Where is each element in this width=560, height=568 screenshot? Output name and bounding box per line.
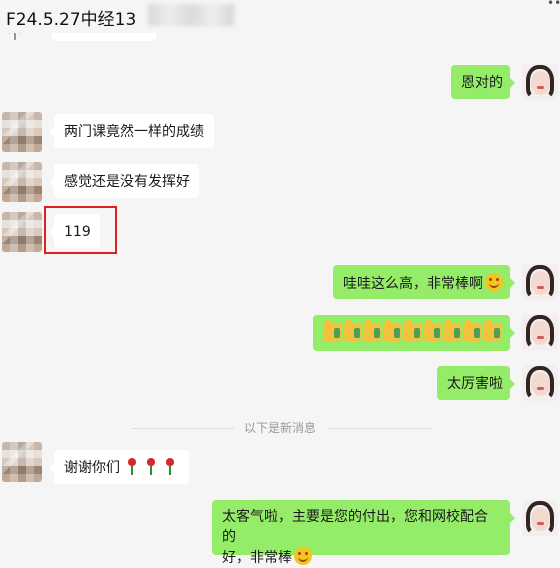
- clipped-glyph: 个: [8, 33, 22, 43]
- red-highlight-box: [44, 206, 117, 254]
- message-bubble[interactable]: 感觉还是没有发挥好: [49, 164, 199, 198]
- message-bubble[interactable]: 两门课竟然一样的成绩: [49, 114, 214, 148]
- message-bubble[interactable]: 太客气啦，主要是您的付出，您和网校配合的 好，非常棒: [212, 500, 515, 566]
- contact-avatar[interactable]: [2, 212, 42, 252]
- more-dots-icon[interactable]: •••: [547, 0, 560, 10]
- avatar-hair: [526, 501, 554, 535]
- my-avatar[interactable]: [522, 365, 558, 401]
- avatar-lip: [537, 336, 544, 339]
- rose-emoji-icon: [163, 458, 177, 476]
- avatar-hair: [526, 366, 554, 400]
- avatar-lip: [537, 286, 544, 289]
- redacted-title-part: [148, 4, 234, 26]
- message-text: 谢谢你们: [64, 460, 120, 476]
- avatar-hair: [526, 265, 554, 299]
- rose-emoji-icon: [125, 458, 139, 476]
- message-bubble[interactable]: 太厉害啦: [437, 366, 515, 400]
- my-avatar[interactable]: [522, 264, 558, 300]
- grin-emoji-icon: [485, 273, 503, 291]
- avatar-hair: [526, 315, 554, 349]
- avatar-hair: [526, 65, 554, 99]
- chat-title: F24.5.27中经13: [6, 10, 137, 30]
- message-bubble[interactable]: [313, 315, 515, 351]
- message-text: 恩对的: [461, 75, 503, 91]
- message-text: 两门课竟然一样的成绩: [64, 124, 204, 140]
- chat-titlebar: F24.5.27中经13 •••: [0, 0, 560, 34]
- message-text: 感觉还是没有发挥好: [64, 174, 190, 190]
- message-text: 太厉害啦: [447, 376, 503, 392]
- contact-avatar[interactable]: [2, 162, 42, 202]
- grin-emoji-icon: [294, 547, 312, 565]
- message-text-line2: 好，非常棒: [222, 550, 292, 566]
- message-text-line1: 太客气啦，主要是您的付出，您和网校配合的: [222, 509, 488, 545]
- message-bubble[interactable]: 哇哇这么高，非常棒啊: [333, 265, 515, 299]
- avatar-lip: [537, 387, 544, 390]
- avatar-lip: [537, 86, 544, 89]
- my-avatar[interactable]: [522, 64, 558, 100]
- thumbs-up-emoji-icon: [323, 319, 503, 342]
- my-avatar[interactable]: [522, 314, 558, 350]
- clipped-previous-message: 个: [0, 33, 160, 47]
- new-message-label: 以下是新消息: [243, 421, 316, 435]
- clipped-bubble: [52, 33, 156, 41]
- message-bubble[interactable]: 恩对的: [451, 65, 515, 99]
- my-avatar[interactable]: [522, 500, 558, 536]
- contact-avatar[interactable]: [2, 112, 42, 152]
- avatar-lip: [537, 522, 544, 525]
- rose-emoji-icon: [144, 458, 158, 476]
- message-text: 哇哇这么高，非常棒啊: [343, 276, 483, 292]
- message-bubble[interactable]: 谢谢你们: [49, 450, 189, 484]
- contact-avatar[interactable]: [2, 442, 42, 482]
